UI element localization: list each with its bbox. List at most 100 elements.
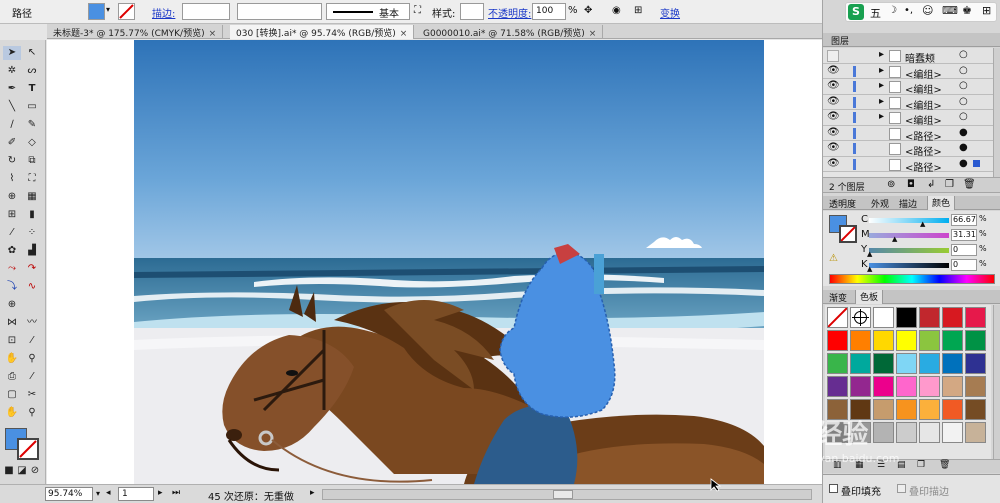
close-icon[interactable]: × bbox=[589, 29, 597, 39]
tab-stroke[interactable]: 描边 bbox=[899, 197, 917, 210]
new-sublayer-icon[interactable]: ↲ bbox=[927, 179, 935, 190]
line-tool-icon[interactable]: ╲ bbox=[3, 100, 21, 114]
swatch[interactable] bbox=[965, 376, 986, 397]
locate-object-icon[interactable]: ⊚ bbox=[887, 179, 895, 190]
stroke-weight-field[interactable] bbox=[182, 3, 230, 20]
layers-scrollbar[interactable] bbox=[993, 48, 1000, 177]
close-icon[interactable]: × bbox=[400, 29, 408, 39]
color-spectrum[interactable] bbox=[829, 274, 995, 284]
knife-tool-icon[interactable]: ⁄ bbox=[23, 334, 41, 348]
opacity-input[interactable]: 100 bbox=[532, 3, 566, 20]
swatch[interactable] bbox=[896, 353, 917, 374]
pencil-tool-icon[interactable]: ✎ bbox=[23, 118, 41, 132]
chevron-down-icon[interactable]: ▾ bbox=[106, 5, 110, 14]
layer-row[interactable]: 👁 <路径> ● bbox=[823, 156, 993, 174]
fill-color-swatch[interactable] bbox=[88, 3, 105, 20]
zoom-tool-2-icon[interactable]: ✋ bbox=[3, 406, 21, 420]
selection-tool-icon[interactable]: ➤ bbox=[3, 46, 21, 60]
tab-gradient[interactable]: 渐变 bbox=[829, 291, 847, 304]
tab-g0000010[interactable]: G0000010.ai* @ 71.58% (RGB/预览) × bbox=[417, 25, 604, 39]
swatch[interactable] bbox=[942, 307, 963, 328]
magnify-icon[interactable]: ⚲ bbox=[23, 406, 41, 420]
measure-tool-icon[interactable]: ▢ bbox=[3, 388, 21, 402]
close-icon[interactable]: × bbox=[209, 29, 217, 39]
warp-tool-icon[interactable]: ⌇ bbox=[3, 172, 21, 186]
layer-row[interactable]: 👁 <路径> ● bbox=[823, 125, 993, 143]
artboard-illustration[interactable] bbox=[134, 40, 764, 484]
stroke-link[interactable]: 描边: bbox=[152, 5, 175, 20]
stroke-indicator[interactable] bbox=[17, 438, 39, 460]
new-layer-icon[interactable]: ❐ bbox=[945, 179, 954, 190]
mesh-tool-icon[interactable]: ⊞ bbox=[3, 208, 21, 222]
swatch[interactable] bbox=[873, 307, 894, 328]
last-artboard-icon[interactable]: ⏭ bbox=[172, 488, 180, 498]
artboard-field[interactable]: 1 bbox=[118, 487, 154, 501]
moon-icon[interactable]: ☽ bbox=[888, 5, 897, 16]
grid-icon[interactable]: ⊞ bbox=[982, 4, 991, 17]
globe-icon[interactable]: ◉ bbox=[612, 5, 621, 16]
direct-selection-tool-icon[interactable]: ↖ bbox=[23, 46, 41, 60]
slice-tool-icon[interactable]: ⋈ bbox=[3, 316, 21, 330]
layer-row[interactable]: ▸ 暗蠢颊 ○ bbox=[823, 48, 993, 65]
swatch[interactable] bbox=[827, 376, 848, 397]
ime-toolbar[interactable]: S 五 ☽ •, ☺ ⌨ ♚ ⊞ bbox=[845, 2, 997, 22]
crop-tool-icon[interactable]: ⊡ bbox=[3, 334, 21, 348]
swatch[interactable] bbox=[942, 330, 963, 351]
tab-transparency[interactable]: 透明度 bbox=[829, 197, 856, 210]
swatches-scrollbar[interactable] bbox=[993, 305, 1000, 459]
swatch[interactable] bbox=[850, 376, 871, 397]
warning-icon[interactable]: ⚠ bbox=[829, 253, 838, 264]
chevron-down-icon[interactable]: ▾ bbox=[96, 489, 100, 498]
blend-tool-icon[interactable]: ⁘ bbox=[23, 226, 41, 240]
scissors-tool-icon[interactable]: ✂ bbox=[23, 388, 41, 402]
zoom-tool-icon[interactable]: ⚲ bbox=[23, 352, 41, 366]
perspective-grid-tool-icon[interactable]: ▦ bbox=[23, 190, 41, 204]
convert-anchor-tool-icon[interactable]: ∿ bbox=[23, 280, 41, 294]
stroke-overprint-checkbox[interactable] bbox=[897, 484, 906, 493]
none-mode-icon[interactable]: ⊘ bbox=[28, 464, 42, 478]
scale-tool-icon[interactable]: ⧉ bbox=[23, 154, 41, 168]
paintbrush-tool-icon[interactable]: ∕ bbox=[3, 118, 21, 132]
layer-row[interactable]: 👁 ▸ <编组> ○ bbox=[823, 79, 993, 96]
swatch[interactable] bbox=[965, 330, 986, 351]
swatch[interactable] bbox=[942, 376, 963, 397]
eyedropper-tool-icon[interactable]: ⁄ bbox=[3, 226, 21, 240]
stroke-swatch[interactable] bbox=[839, 225, 857, 243]
color-channel-k[interactable]: K ▲ 0% bbox=[861, 259, 997, 273]
smile-icon[interactable]: ☺ bbox=[922, 4, 933, 17]
swatch[interactable] bbox=[896, 307, 917, 328]
tab-color[interactable]: 颜色 bbox=[927, 196, 956, 210]
opacity-link[interactable]: 不透明度: bbox=[488, 5, 531, 20]
eyedropper-icon[interactable]: ⁄ bbox=[23, 370, 41, 384]
variable-width-field[interactable] bbox=[237, 3, 322, 20]
align-icon[interactable]: ⛶ bbox=[414, 5, 421, 16]
swatch[interactable] bbox=[873, 330, 894, 351]
next-artboard-icon[interactable]: ▸ bbox=[158, 488, 163, 498]
first-artboard-icon[interactable]: ◂ bbox=[106, 488, 111, 498]
eraser-tool-icon[interactable]: ◇ bbox=[23, 136, 41, 150]
stroke-none-swatch[interactable] bbox=[118, 3, 135, 20]
hand-tool-icon[interactable]: ✋ bbox=[3, 352, 21, 366]
width-tool-icon[interactable]: ⤳ bbox=[3, 262, 21, 276]
gradient-mode-icon[interactable]: ◪ bbox=[15, 464, 29, 478]
rotate-tool-icon[interactable]: ↻ bbox=[3, 154, 21, 168]
artboard-tool-icon[interactable]: ⊕ bbox=[3, 298, 21, 312]
swatch[interactable] bbox=[873, 376, 894, 397]
print-tiling-tool-icon[interactable]: ⎙ bbox=[3, 370, 21, 384]
gradient-tool-icon[interactable]: ▮ bbox=[23, 208, 41, 222]
swatch[interactable] bbox=[919, 353, 940, 374]
tab-030[interactable]: 030 [转换].ai* @ 95.74% (RGB/预览) × bbox=[230, 25, 415, 39]
status-menu-arrow-icon[interactable]: ▸ bbox=[310, 488, 315, 498]
swatch-none[interactable] bbox=[827, 307, 848, 328]
symbol-sprayer-tool-icon[interactable]: ✿ bbox=[3, 244, 21, 258]
clipping-mask-icon[interactable]: ◘ bbox=[907, 179, 915, 190]
reshape-tool-icon[interactable]: ↷ bbox=[23, 262, 41, 276]
tab-swatches[interactable]: 色板 bbox=[855, 290, 884, 304]
add-anchor-tool-icon[interactable]: ⤵ bbox=[3, 280, 21, 294]
free-transform-tool-icon[interactable]: ⛶ bbox=[23, 172, 41, 186]
envelope-tool-icon[interactable]: 〰 bbox=[23, 316, 41, 330]
swatch[interactable] bbox=[827, 330, 848, 351]
recolor-icon[interactable]: ✥ bbox=[584, 5, 592, 16]
color-channel-y[interactable]: Y ▲ 0% bbox=[861, 244, 997, 258]
column-graph-tool-icon[interactable]: ▟ bbox=[23, 244, 41, 258]
